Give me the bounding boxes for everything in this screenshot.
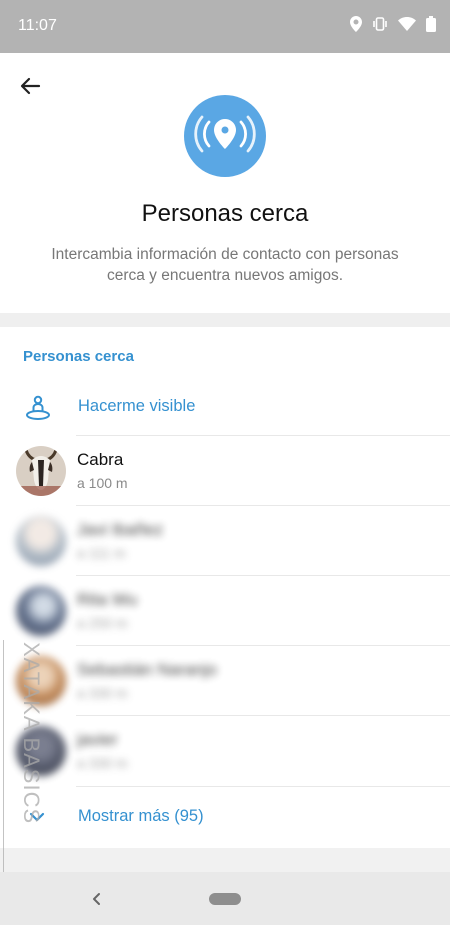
list-item[interactable]: Sebastián Naranjo a 330 m (0, 646, 450, 716)
status-bar: 11:07 (0, 0, 450, 53)
bottom-divider (0, 848, 450, 872)
list-item[interactable]: Rita Wu a 250 m (0, 576, 450, 646)
nav-back-button[interactable] (88, 890, 106, 908)
make-visible-button[interactable]: Hacerme visible (0, 382, 450, 436)
list-item[interactable]: Javi Ibañez a 111 m (0, 506, 450, 576)
make-visible-label: Hacerme visible (78, 397, 196, 415)
avatar (16, 586, 66, 636)
home-button[interactable] (209, 893, 241, 905)
avatar (16, 516, 66, 566)
person-name: Cabra (77, 450, 124, 469)
status-icons (350, 16, 436, 37)
person-name: Rita Wu (77, 590, 138, 609)
navigation-bar (0, 872, 450, 925)
list-item[interactable]: Cabra a 100 m (0, 436, 450, 506)
wifi-icon (398, 17, 416, 36)
section-title: Personas cerca (23, 348, 134, 365)
avatar (16, 446, 66, 496)
person-name: javier (77, 730, 118, 749)
battery-icon (426, 16, 436, 37)
page-title: Personas cerca (141, 200, 309, 227)
arrow-left-icon (20, 77, 41, 95)
row-divider (76, 786, 450, 787)
list-item[interactable]: javier a 330 m (0, 716, 450, 786)
person-name: Javi Ibañez (77, 520, 163, 539)
nearby-location-icon (184, 95, 266, 177)
person-name: Sebastián Naranjo (77, 660, 217, 679)
back-button[interactable] (14, 70, 46, 102)
watermark-text: XATAKA BASICS (19, 642, 44, 825)
section-divider (0, 313, 450, 327)
person-distance: a 111 m (77, 545, 126, 561)
watermark-line (3, 640, 4, 908)
status-time: 11:07 (18, 17, 57, 34)
page-subtitle: Intercambia información de contacto con … (51, 246, 399, 284)
person-distance: a 250 m (77, 615, 128, 631)
show-more-button[interactable]: Mostrar más (95) (0, 790, 450, 844)
chevron-left-icon (93, 893, 100, 905)
location-icon (350, 16, 362, 37)
nearby-person-icon (24, 394, 52, 422)
person-distance: a 330 m (77, 685, 128, 701)
person-distance: a 100 m (77, 475, 128, 491)
watermark: XATAKA BASICS (18, 642, 46, 892)
person-distance: a 330 m (77, 755, 128, 771)
vibrate-icon (372, 17, 388, 36)
show-more-label: Mostrar más (95) (78, 807, 204, 825)
